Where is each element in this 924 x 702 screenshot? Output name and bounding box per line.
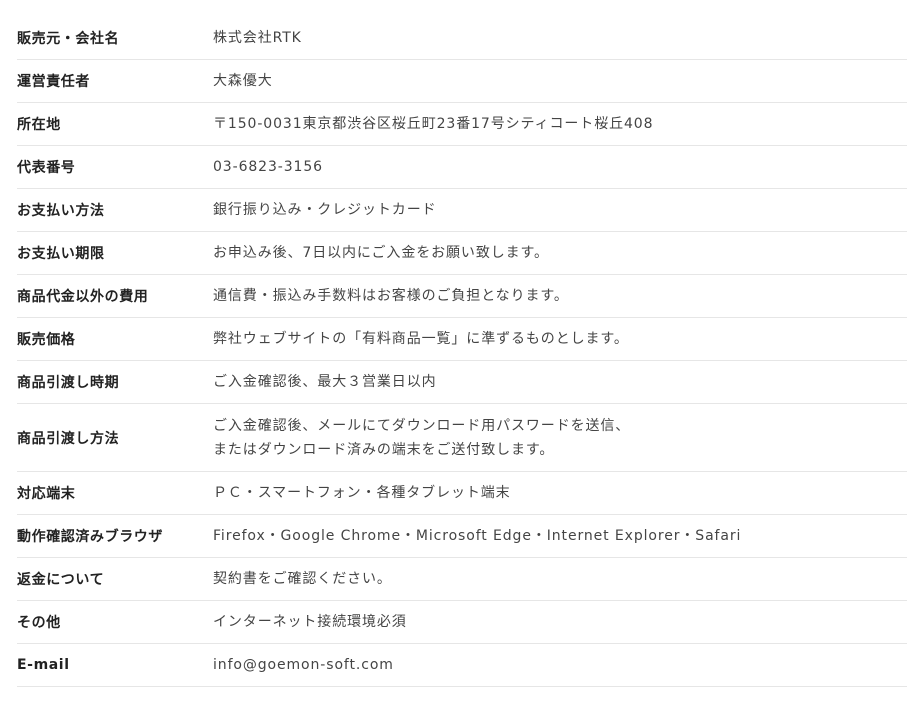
table-row: 商品引渡し時期 ご入金確認後、最大３営業日以内 (17, 361, 907, 404)
row-value-extra-costs: 通信費・振込み手数料はお客様のご負担となります。 (213, 284, 907, 308)
value-line: 〒150-0031東京都渋谷区桜丘町23番17号シティコート桜丘408 (213, 116, 654, 132)
value-line: 大森優大 (213, 73, 273, 89)
value-line: 株式会社RTK (213, 29, 302, 46)
row-label-manager: 運営責任者 (17, 74, 90, 90)
value-line: ご入金確認後、最大３営業日以内 (213, 374, 437, 390)
legal-info-table: 販売元・会社名 株式会社RTK 運営責任者 大森優大 所在地 〒150-0031… (17, 16, 907, 687)
row-label-seller: 販売元・会社名 (17, 30, 120, 47)
row-label-delivery-time: 商品引渡し時期 (17, 375, 120, 391)
value-line: Firefox・Google Chrome・Microsoft Edge・Int… (213, 528, 742, 544)
value-line: お申込み後、7日以内にご入金をお願い致します。 (213, 245, 549, 261)
value-line: info@goemon-soft.com (213, 657, 394, 673)
row-value-other: インターネット接続環境必須 (213, 610, 907, 634)
row-label-extra-costs: 商品代金以外の費用 (17, 289, 149, 305)
table-row: 対応端末 ＰＣ・スマートフォン・各種タブレット端末 (17, 472, 907, 515)
row-value-payment-method: 銀行振り込み・クレジットカード (213, 198, 907, 222)
table-row: その他 インターネット接続環境必須 (17, 601, 907, 644)
row-label-payment-deadline: お支払い期限 (17, 246, 105, 262)
table-row: 代表番号 03-6823-3156 (17, 146, 907, 189)
table-row: 販売価格 弊社ウェブサイトの「有料商品一覧」に準ずるものとします。 (17, 318, 907, 361)
row-value-address: 〒150-0031東京都渋谷区桜丘町23番17号シティコート桜丘408 (213, 112, 907, 136)
row-value-delivery-method: ご入金確認後、メールにてダウンロード用パスワードを送信、 またはダウンロード済み… (213, 414, 907, 462)
row-label-payment-method: お支払い方法 (17, 203, 105, 219)
row-value-seller: 株式会社RTK (213, 26, 907, 50)
value-line: 03-6823-3156 (213, 159, 323, 175)
row-value-price: 弊社ウェブサイトの「有料商品一覧」に準ずるものとします。 (213, 327, 907, 351)
row-label-price: 販売価格 (17, 332, 76, 348)
value-line: インターネット接続環境必須 (213, 614, 407, 630)
table-row: 動作確認済みブラウザ Firefox・Google Chrome・Microso… (17, 515, 907, 558)
row-value-email: info@goemon-soft.com (213, 653, 907, 677)
value-line: またはダウンロード済みの端末をご送付致します。 (213, 441, 555, 458)
value-line: ご入金確認後、メールにてダウンロード用パスワードを送信、 (213, 417, 631, 434)
row-value-delivery-time: ご入金確認後、最大３営業日以内 (213, 370, 907, 394)
row-label-devices: 対応端末 (17, 486, 76, 502)
row-value-phone: 03-6823-3156 (213, 155, 907, 179)
value-line: ＰＣ・スマートフォン・各種タブレット端末 (213, 485, 511, 501)
value-line: 通信費・振込み手数料はお客様のご負担となります。 (213, 288, 569, 304)
value-line: 銀行振り込み・クレジットカード (213, 202, 437, 218)
table-row: 返金について 契約書をご確認ください。 (17, 558, 907, 601)
table-row: 所在地 〒150-0031東京都渋谷区桜丘町23番17号シティコート桜丘408 (17, 103, 907, 146)
table-row: 販売元・会社名 株式会社RTK (17, 16, 907, 60)
value-line: 契約書をご確認ください。 (213, 571, 392, 587)
row-label-refund: 返金について (17, 572, 105, 588)
row-label-other: その他 (17, 615, 61, 631)
row-value-browsers: Firefox・Google Chrome・Microsoft Edge・Int… (213, 524, 907, 548)
table-row: お支払い期限 お申込み後、7日以内にご入金をお願い致します。 (17, 232, 907, 275)
table-row: 商品引渡し方法 ご入金確認後、メールにてダウンロード用パスワードを送信、 または… (17, 404, 907, 472)
row-label-browsers: 動作確認済みブラウザ (17, 529, 163, 545)
table-row: 商品代金以外の費用 通信費・振込み手数料はお客様のご負担となります。 (17, 275, 907, 318)
table-row: お支払い方法 銀行振り込み・クレジットカード (17, 189, 907, 232)
table-row: E-mail info@goemon-soft.com (17, 644, 907, 687)
row-value-refund: 契約書をご確認ください。 (213, 567, 907, 591)
row-label-email: E-mail (17, 657, 70, 673)
row-label-phone: 代表番号 (17, 160, 76, 176)
value-line: 弊社ウェブサイトの「有料商品一覧」に準ずるものとします。 (213, 331, 629, 347)
row-label-address: 所在地 (17, 117, 61, 133)
table-row: 運営責任者 大森優大 (17, 60, 907, 103)
row-value-manager: 大森優大 (213, 69, 907, 93)
row-label-delivery-method: 商品引渡し方法 (17, 430, 120, 447)
row-value-devices: ＰＣ・スマートフォン・各種タブレット端末 (213, 481, 907, 505)
row-value-payment-deadline: お申込み後、7日以内にご入金をお願い致します。 (213, 241, 907, 265)
